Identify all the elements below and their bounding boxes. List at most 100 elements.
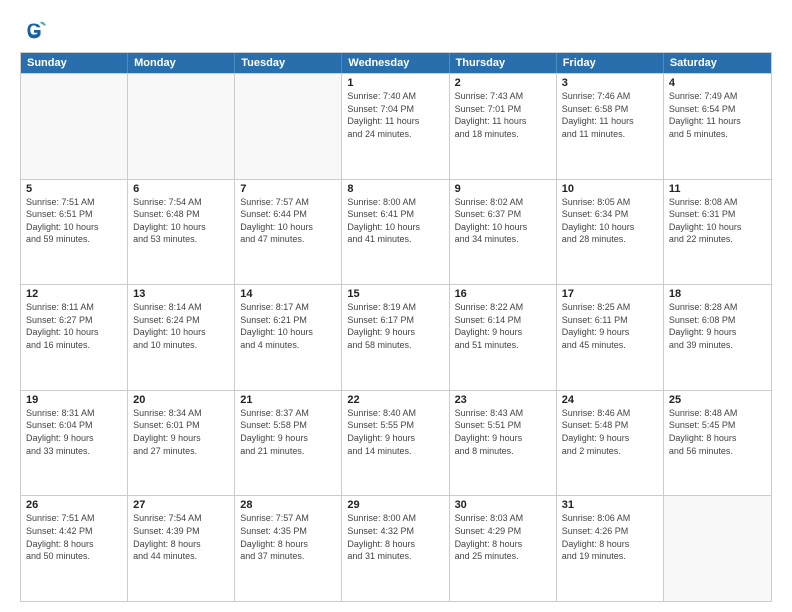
- calendar-cell: 28Sunrise: 7:57 AM Sunset: 4:35 PM Dayli…: [235, 496, 342, 601]
- day-number: 29: [347, 499, 443, 511]
- calendar-row-2: 5Sunrise: 7:51 AM Sunset: 6:51 PM Daylig…: [21, 179, 771, 285]
- calendar-cell: 3Sunrise: 7:46 AM Sunset: 6:58 PM Daylig…: [557, 74, 664, 179]
- header-day-thursday: Thursday: [450, 53, 557, 73]
- calendar-header: SundayMondayTuesdayWednesdayThursdayFrid…: [21, 53, 771, 73]
- calendar-cell: 17Sunrise: 8:25 AM Sunset: 6:11 PM Dayli…: [557, 285, 664, 390]
- day-number: 6: [133, 183, 229, 195]
- logo-icon: [20, 16, 48, 44]
- header-day-friday: Friday: [557, 53, 664, 73]
- day-number: 10: [562, 183, 658, 195]
- calendar-body: 1Sunrise: 7:40 AM Sunset: 7:04 PM Daylig…: [21, 73, 771, 601]
- calendar-cell: 31Sunrise: 8:06 AM Sunset: 4:26 PM Dayli…: [557, 496, 664, 601]
- day-info: Sunrise: 8:40 AM Sunset: 5:55 PM Dayligh…: [347, 407, 443, 457]
- day-number: 23: [455, 394, 551, 406]
- day-info: Sunrise: 8:02 AM Sunset: 6:37 PM Dayligh…: [455, 196, 551, 246]
- calendar-row-4: 19Sunrise: 8:31 AM Sunset: 6:04 PM Dayli…: [21, 390, 771, 496]
- day-info: Sunrise: 8:46 AM Sunset: 5:48 PM Dayligh…: [562, 407, 658, 457]
- day-info: Sunrise: 8:03 AM Sunset: 4:29 PM Dayligh…: [455, 512, 551, 562]
- calendar-cell: 4Sunrise: 7:49 AM Sunset: 6:54 PM Daylig…: [664, 74, 771, 179]
- calendar-cell: 20Sunrise: 8:34 AM Sunset: 6:01 PM Dayli…: [128, 391, 235, 496]
- calendar-cell: 22Sunrise: 8:40 AM Sunset: 5:55 PM Dayli…: [342, 391, 449, 496]
- day-info: Sunrise: 7:57 AM Sunset: 6:44 PM Dayligh…: [240, 196, 336, 246]
- calendar-cell: 8Sunrise: 8:00 AM Sunset: 6:41 PM Daylig…: [342, 180, 449, 285]
- day-info: Sunrise: 8:48 AM Sunset: 5:45 PM Dayligh…: [669, 407, 766, 457]
- calendar: SundayMondayTuesdayWednesdayThursdayFrid…: [20, 52, 772, 602]
- day-info: Sunrise: 7:54 AM Sunset: 4:39 PM Dayligh…: [133, 512, 229, 562]
- day-number: 7: [240, 183, 336, 195]
- day-info: Sunrise: 8:37 AM Sunset: 5:58 PM Dayligh…: [240, 407, 336, 457]
- day-number: 9: [455, 183, 551, 195]
- day-number: 26: [26, 499, 122, 511]
- day-number: 12: [26, 288, 122, 300]
- calendar-cell: 13Sunrise: 8:14 AM Sunset: 6:24 PM Dayli…: [128, 285, 235, 390]
- day-number: 31: [562, 499, 658, 511]
- day-info: Sunrise: 8:31 AM Sunset: 6:04 PM Dayligh…: [26, 407, 122, 457]
- day-number: 21: [240, 394, 336, 406]
- day-info: Sunrise: 7:43 AM Sunset: 7:01 PM Dayligh…: [455, 90, 551, 140]
- day-info: Sunrise: 8:06 AM Sunset: 4:26 PM Dayligh…: [562, 512, 658, 562]
- logo: [20, 16, 52, 44]
- header-day-tuesday: Tuesday: [235, 53, 342, 73]
- day-number: 19: [26, 394, 122, 406]
- calendar-cell: 16Sunrise: 8:22 AM Sunset: 6:14 PM Dayli…: [450, 285, 557, 390]
- calendar-cell: 6Sunrise: 7:54 AM Sunset: 6:48 PM Daylig…: [128, 180, 235, 285]
- day-info: Sunrise: 8:19 AM Sunset: 6:17 PM Dayligh…: [347, 301, 443, 351]
- calendar-cell: 19Sunrise: 8:31 AM Sunset: 6:04 PM Dayli…: [21, 391, 128, 496]
- day-number: 18: [669, 288, 766, 300]
- day-number: 20: [133, 394, 229, 406]
- day-info: Sunrise: 7:46 AM Sunset: 6:58 PM Dayligh…: [562, 90, 658, 140]
- day-info: Sunrise: 8:43 AM Sunset: 5:51 PM Dayligh…: [455, 407, 551, 457]
- header-day-wednesday: Wednesday: [342, 53, 449, 73]
- day-info: Sunrise: 7:51 AM Sunset: 4:42 PM Dayligh…: [26, 512, 122, 562]
- day-number: 2: [455, 77, 551, 89]
- calendar-cell: 18Sunrise: 8:28 AM Sunset: 6:08 PM Dayli…: [664, 285, 771, 390]
- calendar-cell: 24Sunrise: 8:46 AM Sunset: 5:48 PM Dayli…: [557, 391, 664, 496]
- day-info: Sunrise: 7:40 AM Sunset: 7:04 PM Dayligh…: [347, 90, 443, 140]
- day-info: Sunrise: 8:14 AM Sunset: 6:24 PM Dayligh…: [133, 301, 229, 351]
- calendar-cell: 25Sunrise: 8:48 AM Sunset: 5:45 PM Dayli…: [664, 391, 771, 496]
- day-info: Sunrise: 7:54 AM Sunset: 6:48 PM Dayligh…: [133, 196, 229, 246]
- day-number: 8: [347, 183, 443, 195]
- day-number: 5: [26, 183, 122, 195]
- day-number: 11: [669, 183, 766, 195]
- header-day-saturday: Saturday: [664, 53, 771, 73]
- day-info: Sunrise: 7:51 AM Sunset: 6:51 PM Dayligh…: [26, 196, 122, 246]
- calendar-cell: [21, 74, 128, 179]
- calendar-cell: 5Sunrise: 7:51 AM Sunset: 6:51 PM Daylig…: [21, 180, 128, 285]
- day-number: 1: [347, 77, 443, 89]
- calendar-cell: 2Sunrise: 7:43 AM Sunset: 7:01 PM Daylig…: [450, 74, 557, 179]
- day-info: Sunrise: 7:49 AM Sunset: 6:54 PM Dayligh…: [669, 90, 766, 140]
- header: [20, 16, 772, 44]
- day-number: 14: [240, 288, 336, 300]
- calendar-row-1: 1Sunrise: 7:40 AM Sunset: 7:04 PM Daylig…: [21, 73, 771, 179]
- day-info: Sunrise: 8:22 AM Sunset: 6:14 PM Dayligh…: [455, 301, 551, 351]
- day-number: 24: [562, 394, 658, 406]
- day-info: Sunrise: 8:00 AM Sunset: 6:41 PM Dayligh…: [347, 196, 443, 246]
- day-number: 22: [347, 394, 443, 406]
- day-number: 4: [669, 77, 766, 89]
- calendar-cell: 12Sunrise: 8:11 AM Sunset: 6:27 PM Dayli…: [21, 285, 128, 390]
- day-info: Sunrise: 8:34 AM Sunset: 6:01 PM Dayligh…: [133, 407, 229, 457]
- day-number: 28: [240, 499, 336, 511]
- day-info: Sunrise: 7:57 AM Sunset: 4:35 PM Dayligh…: [240, 512, 336, 562]
- calendar-cell: [664, 496, 771, 601]
- day-info: Sunrise: 8:05 AM Sunset: 6:34 PM Dayligh…: [562, 196, 658, 246]
- calendar-cell: 23Sunrise: 8:43 AM Sunset: 5:51 PM Dayli…: [450, 391, 557, 496]
- calendar-cell: 15Sunrise: 8:19 AM Sunset: 6:17 PM Dayli…: [342, 285, 449, 390]
- calendar-cell: 27Sunrise: 7:54 AM Sunset: 4:39 PM Dayli…: [128, 496, 235, 601]
- day-number: 25: [669, 394, 766, 406]
- day-info: Sunrise: 8:28 AM Sunset: 6:08 PM Dayligh…: [669, 301, 766, 351]
- calendar-cell: 14Sunrise: 8:17 AM Sunset: 6:21 PM Dayli…: [235, 285, 342, 390]
- header-day-sunday: Sunday: [21, 53, 128, 73]
- calendar-cell: 7Sunrise: 7:57 AM Sunset: 6:44 PM Daylig…: [235, 180, 342, 285]
- day-number: 30: [455, 499, 551, 511]
- day-info: Sunrise: 8:25 AM Sunset: 6:11 PM Dayligh…: [562, 301, 658, 351]
- day-info: Sunrise: 8:00 AM Sunset: 4:32 PM Dayligh…: [347, 512, 443, 562]
- day-info: Sunrise: 8:08 AM Sunset: 6:31 PM Dayligh…: [669, 196, 766, 246]
- calendar-cell: 21Sunrise: 8:37 AM Sunset: 5:58 PM Dayli…: [235, 391, 342, 496]
- day-info: Sunrise: 8:17 AM Sunset: 6:21 PM Dayligh…: [240, 301, 336, 351]
- calendar-cell: 29Sunrise: 8:00 AM Sunset: 4:32 PM Dayli…: [342, 496, 449, 601]
- day-number: 15: [347, 288, 443, 300]
- calendar-cell: 26Sunrise: 7:51 AM Sunset: 4:42 PM Dayli…: [21, 496, 128, 601]
- calendar-cell: 30Sunrise: 8:03 AM Sunset: 4:29 PM Dayli…: [450, 496, 557, 601]
